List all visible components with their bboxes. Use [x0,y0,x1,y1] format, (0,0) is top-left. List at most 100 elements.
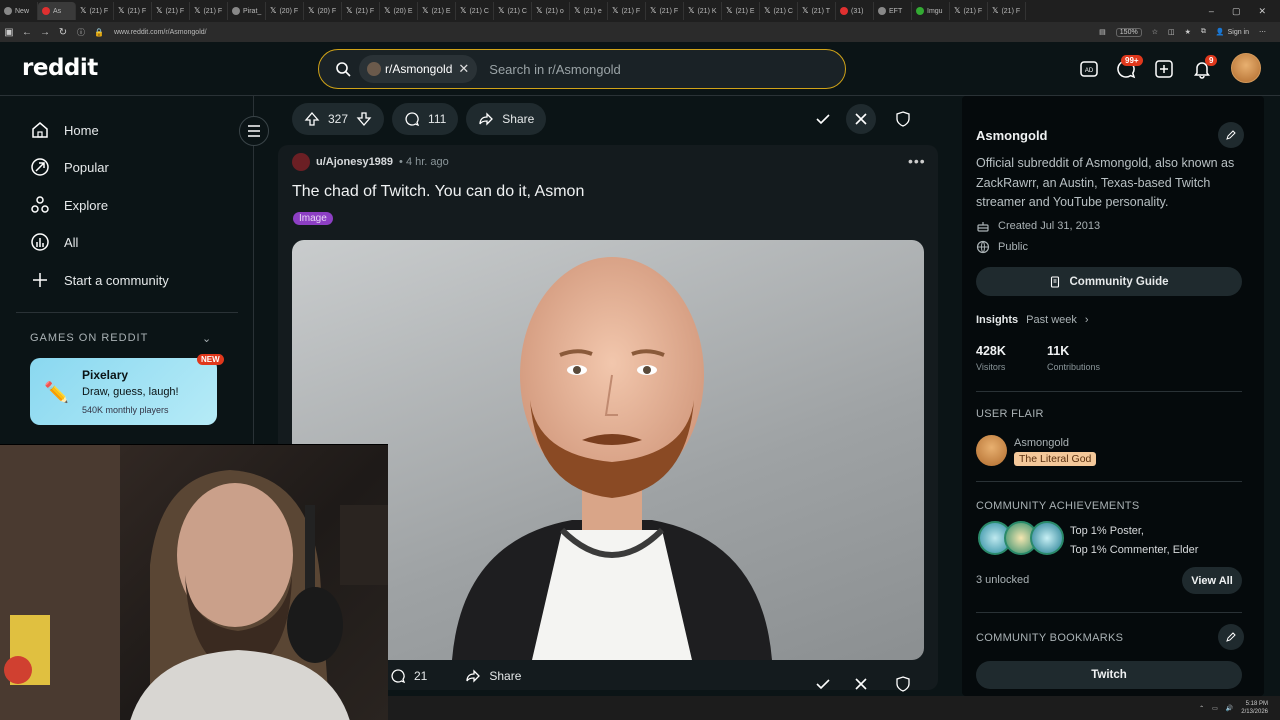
site-info-icon[interactable]: ⓘ [72,27,90,38]
browser-tab[interactable]: 𝕏 (21) F [646,2,684,20]
comments-button[interactable]: 111 [392,103,459,135]
browser-tab[interactable]: 𝕏 (21) F [76,2,114,20]
new-badge: NEW [197,354,224,365]
shield-icon[interactable] [888,669,918,699]
pencil-icon [1226,130,1236,140]
comments-button[interactable]: 21 [390,668,427,684]
pixelary-game-card[interactable]: ✏️ Pixelary Draw, guess, laugh! 540K mon… [30,358,217,425]
collapse-sidebar-button[interactable] [239,116,269,146]
browser-tab[interactable]: 𝕏 (20) E [380,2,418,20]
minimize-icon[interactable]: – [1209,6,1214,17]
shield-icon[interactable] [888,104,918,134]
browser-tab[interactable]: Imgu [912,2,950,20]
post-meta: u/Ajonesy1989 • 4 hr. ago [292,153,449,171]
sidebar-item-explore[interactable]: Explore [30,195,108,215]
reddit-logo[interactable]: reddit [22,55,98,81]
games-section-header[interactable]: GAMES ON REDDIT [30,332,148,344]
search-input[interactable] [489,61,790,77]
insights-row[interactable]: Insights Past week › [976,314,1089,326]
reader-icon[interactable]: ▤ [1099,28,1106,36]
post-title[interactable]: The chad of Twitch. You can do it, Asmon [292,183,584,201]
favorites-icon[interactable]: ★ [1185,28,1191,36]
clock-time: 5:18 PM [1245,701,1268,707]
network-icon[interactable]: ▭ [1212,705,1218,712]
zoom-level[interactable]: 150% [1115,27,1142,37]
stat-value: 11K [1047,344,1070,358]
share-button[interactable]: Share [466,103,547,135]
twitch-bookmark-button[interactable]: Twitch [976,661,1242,689]
approve-icon[interactable] [808,104,838,134]
browser-tab[interactable]: 𝕏 (21) C [494,2,532,20]
clear-chip-icon[interactable]: ✕ [458,61,469,77]
remove-icon[interactable] [846,669,876,699]
downvote-icon[interactable] [356,111,372,127]
browser-tab[interactable]: 𝕏 (21) C [760,2,798,20]
url-field[interactable]: www.reddit.com/r/Asmongold/ [114,29,207,36]
sidebar-toggle-icon[interactable]: ▣ [0,27,18,38]
achievements-text: Top 1% Poster, Top 1% Commenter, Elder [1070,522,1198,560]
search-bar[interactable]: r/Asmongold ✕ [318,49,846,89]
browser-tab[interactable]: 𝕏 (21) F [190,2,228,20]
browser-tab[interactable]: 𝕏 (21) K [684,2,722,20]
user-avatar[interactable] [1231,53,1261,83]
subreddit-chip[interactable]: r/Asmongold ✕ [359,55,478,83]
forward-icon[interactable]: → [36,27,54,38]
post-options-icon[interactable]: ••• [908,153,926,169]
sidebar-item-all[interactable]: All [30,232,78,252]
remove-icon[interactable] [846,104,876,134]
chevron-down-icon[interactable]: ⌄ [202,332,211,345]
collections-icon[interactable]: ⧉ [1201,28,1206,36]
browser-tab[interactable]: 𝕏 (21) F [950,2,988,20]
community-guide-button[interactable]: Community Guide [976,267,1242,296]
close-window-icon[interactable]: ✕ [1258,6,1266,17]
sidebar-item-popular[interactable]: Popular [30,157,109,177]
browser-tab[interactable]: 𝕏 (21) o [532,2,570,20]
browser-tab[interactable]: (31) [836,2,874,20]
cake-icon [977,222,989,232]
author-avatar[interactable] [292,153,310,171]
tray-chevron-icon[interactable]: ⌃ [1199,705,1204,712]
split-icon[interactable]: ◫ [1168,28,1175,36]
user-flair-badge[interactable]: The Literal God [1014,452,1097,466]
approve-icon[interactable] [808,669,838,699]
browser-tab-label: (21) F [963,7,983,15]
share-button[interactable]: Share [465,668,521,684]
system-clock[interactable]: 5:18 PM 2/13/2026 [1241,700,1268,716]
browser-tab-label: (20) F [317,7,337,15]
create-post-icon[interactable] [1154,59,1174,79]
post-author[interactable]: u/Ajonesy1989 [316,156,393,168]
browser-tab[interactable]: 𝕏 (21) E [418,2,456,20]
tab-favicon-icon [4,7,12,15]
browser-tab[interactable]: 𝕏 (21) F [152,2,190,20]
browser-tab[interactable]: 𝕏 (20) F [304,2,342,20]
back-icon[interactable]: ← [18,27,36,38]
browser-tab[interactable]: 𝕏 (21) E [722,2,760,20]
maximize-icon[interactable]: ▢ [1232,6,1241,17]
profile-button[interactable]: 👤 Sign in [1216,28,1249,37]
favorite-star-icon[interactable]: ☆ [1152,28,1158,36]
view-all-button[interactable]: View All [1182,567,1242,594]
browser-tab[interactable]: Pirat_ [228,2,266,20]
browser-tab[interactable]: 𝕏 (21) F [342,2,380,20]
post-flair[interactable]: Image [293,212,333,225]
volume-icon[interactable]: 🔊 [1226,705,1233,712]
browser-tab[interactable]: EFT [874,2,912,20]
upvote-icon[interactable] [304,111,320,127]
browser-tab[interactable]: 𝕏 (21) e [570,2,608,20]
browser-tab[interactable]: As [38,2,76,20]
advertise-icon[interactable]: AD [1079,59,1099,79]
sidebar-item-start-community[interactable]: Start a community [30,270,169,290]
edit-community-button[interactable] [1218,122,1244,148]
browser-tab[interactable]: 𝕏 (21) F [608,2,646,20]
reload-icon[interactable]: ↻ [54,27,72,38]
edit-bookmarks-button[interactable] [1218,624,1244,650]
browser-tab[interactable]: 𝕏 (21) F [114,2,152,20]
browser-tab[interactable]: 𝕏 (21) F [988,2,1026,20]
more-menu-icon[interactable]: ⋯ [1259,28,1266,36]
browser-tab[interactable]: New [0,2,38,20]
sidebar-item-home[interactable]: Home [30,120,99,140]
achievement-icons[interactable] [978,521,1064,555]
browser-tab[interactable]: 𝕏 (21) C [456,2,494,20]
browser-tab[interactable]: 𝕏 (20) F [266,2,304,20]
browser-tab[interactable]: 𝕏 (21) T [798,2,836,20]
